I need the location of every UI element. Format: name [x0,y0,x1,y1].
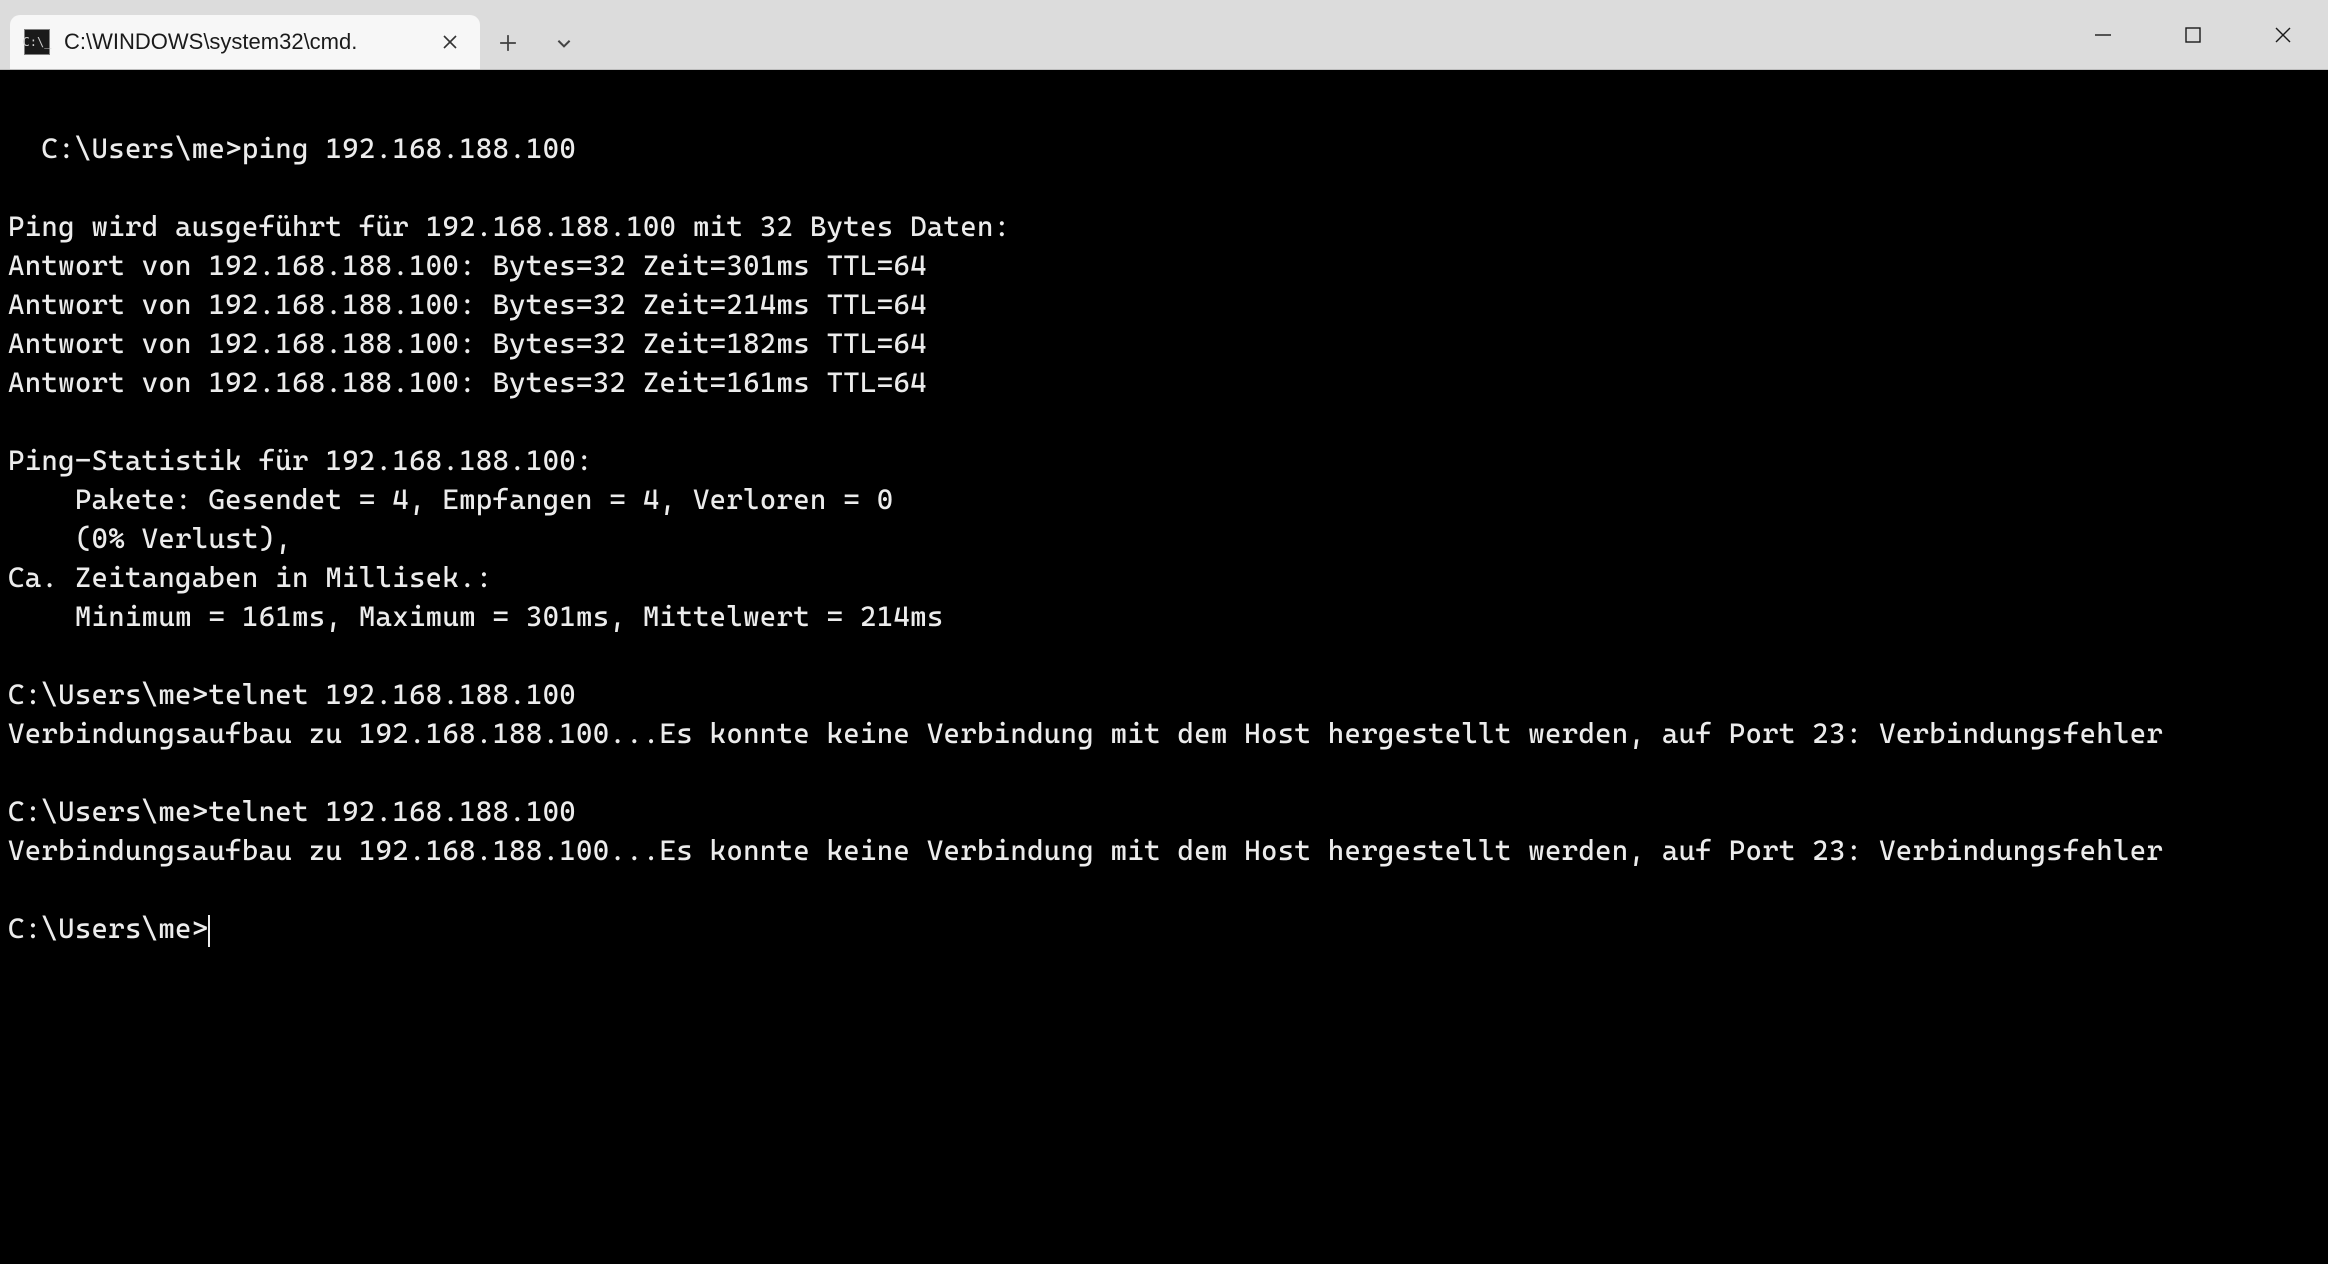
chevron-down-icon [555,34,573,52]
maximize-button[interactable] [2148,10,2238,60]
cmd-icon: C:\_ [24,29,50,55]
tab-close-button[interactable] [436,28,464,56]
tabs-area: C:\_ C:\WINDOWS\system32\cmd. [0,0,592,69]
close-window-button[interactable] [2238,10,2328,60]
terminal-prompt: C:\Users\me> [8,912,208,945]
cursor [208,915,210,947]
terminal-text: C:\Users\me>ping 192.168.188.100 Ping wi… [8,132,2163,867]
new-tab-button[interactable] [480,16,536,70]
minimize-icon [2094,26,2112,44]
tab-title: C:\WINDOWS\system32\cmd. [64,29,422,55]
plus-icon [499,34,517,52]
tab-active[interactable]: C:\_ C:\WINDOWS\system32\cmd. [10,15,480,69]
close-icon [442,34,458,50]
window-controls [2058,0,2328,69]
minimize-button[interactable] [2058,10,2148,60]
titlebar: C:\_ C:\WINDOWS\system32\cmd. [0,0,2328,70]
terminal-output[interactable]: C:\Users\me>ping 192.168.188.100 Ping wi… [0,70,2328,1264]
close-icon [2274,26,2292,44]
tab-actions [480,0,592,69]
maximize-icon [2184,26,2202,44]
tab-dropdown-button[interactable] [536,16,592,70]
